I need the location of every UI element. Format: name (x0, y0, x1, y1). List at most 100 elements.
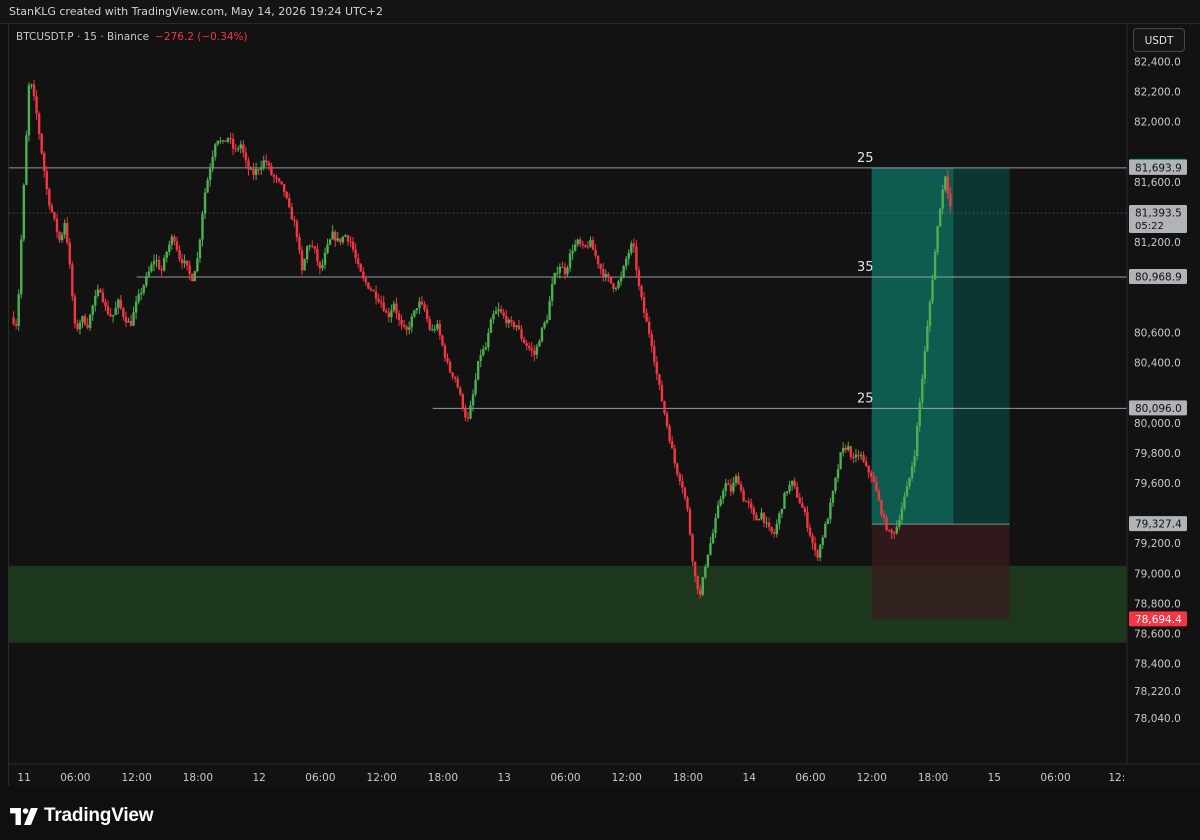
candle (45, 166, 48, 196)
candle-body (627, 252, 630, 259)
candle (305, 244, 309, 264)
candle (757, 518, 761, 521)
candle (533, 344, 536, 362)
candle-body (239, 144, 242, 149)
candle-body (344, 235, 347, 237)
candle (214, 142, 217, 161)
candle-body (282, 184, 286, 193)
candle (400, 314, 403, 330)
candle (854, 448, 858, 463)
candle (265, 154, 268, 167)
candle (295, 218, 299, 243)
candle-body (903, 496, 906, 509)
candle-body (183, 260, 186, 264)
candle (573, 239, 577, 252)
candle-body (328, 239, 332, 245)
candle-body (65, 222, 69, 243)
candle-body (35, 96, 38, 114)
candle (60, 232, 64, 244)
candle-body (469, 405, 472, 419)
candle-body (941, 189, 944, 209)
tradingview-logo[interactable]: TradingView (10, 804, 154, 828)
candle-body (887, 530, 891, 532)
candle-body (882, 514, 886, 518)
candle-body (607, 274, 610, 278)
candle (515, 325, 518, 331)
candle (109, 308, 112, 318)
y-tick-label-1: 82,200.0 (1134, 87, 1181, 99)
level-label-2: 25 (857, 391, 874, 406)
price-chart[interactable]: 25 35 25 82,400.0 82,200.0 82,000.0 81,600.0 81… (9, 24, 1200, 786)
candle-body (129, 321, 133, 326)
x-tick-label-9: 06:00 (550, 772, 580, 784)
candle-body (22, 184, 26, 240)
candle (752, 505, 756, 521)
candle-body (614, 288, 618, 290)
candle-body (688, 509, 692, 535)
candle-body (402, 324, 406, 327)
symbol-legend[interactable]: BTCUSDT.P · 15 · Binance −276.2 (−0.34%) (16, 31, 248, 43)
candle (750, 498, 753, 514)
candle-body (155, 260, 158, 262)
chart-panel[interactable]: 25 35 25 82,400.0 82,200.0 82,000.0 81,600.0 81… (8, 24, 1200, 786)
candle-body (719, 498, 722, 506)
candle (803, 506, 807, 517)
candle (257, 167, 260, 175)
candle (425, 304, 429, 323)
candle (780, 508, 784, 519)
candle-body (553, 272, 556, 284)
candle (505, 310, 508, 328)
candle (678, 472, 681, 486)
candle-body (864, 461, 868, 467)
candle-body (96, 289, 100, 297)
candle (221, 139, 225, 144)
candle (464, 404, 467, 422)
candle-body (482, 349, 485, 356)
tradingview-logo-icon (10, 807, 38, 825)
x-tick-label-5: 06:00 (305, 772, 335, 784)
candle-body (83, 316, 87, 325)
candle-body (944, 176, 947, 190)
candle-body (663, 401, 666, 414)
candle (150, 261, 153, 273)
candle-body (933, 252, 937, 280)
candle-body (81, 316, 84, 323)
candle (433, 324, 436, 333)
candle-body (109, 314, 112, 317)
candle (331, 225, 334, 240)
candle (714, 513, 717, 539)
candle (579, 236, 582, 248)
candle (308, 244, 311, 251)
level-25-badge: 80,096.0 (1135, 403, 1182, 415)
candle-body (752, 508, 756, 515)
candle-body (561, 266, 564, 268)
candle (104, 298, 107, 312)
candle-body (494, 311, 498, 314)
candle (788, 480, 791, 495)
candle-body (711, 533, 715, 544)
candle-body (721, 491, 725, 499)
candle (168, 240, 171, 256)
candle-body (191, 274, 194, 282)
candle-body (423, 304, 426, 310)
candle (55, 214, 59, 239)
candle-body (676, 463, 679, 475)
candle (346, 234, 350, 246)
candle-body (45, 171, 48, 190)
candle (561, 261, 564, 268)
symbol-label: BTCUSDT.P · 15 · Binance (16, 31, 150, 43)
candle (193, 270, 197, 282)
candle-body (510, 319, 513, 322)
candle-body (413, 310, 416, 317)
candle (821, 534, 824, 550)
candle (566, 265, 569, 278)
currency-button[interactable]: USDT (1133, 28, 1185, 52)
candle (466, 412, 470, 422)
candle-body (732, 482, 735, 492)
candle-body (875, 481, 878, 492)
candle-body (497, 309, 500, 312)
candle (813, 536, 817, 557)
candle-body (242, 144, 245, 153)
candle (211, 150, 214, 173)
candle-body (201, 213, 204, 240)
